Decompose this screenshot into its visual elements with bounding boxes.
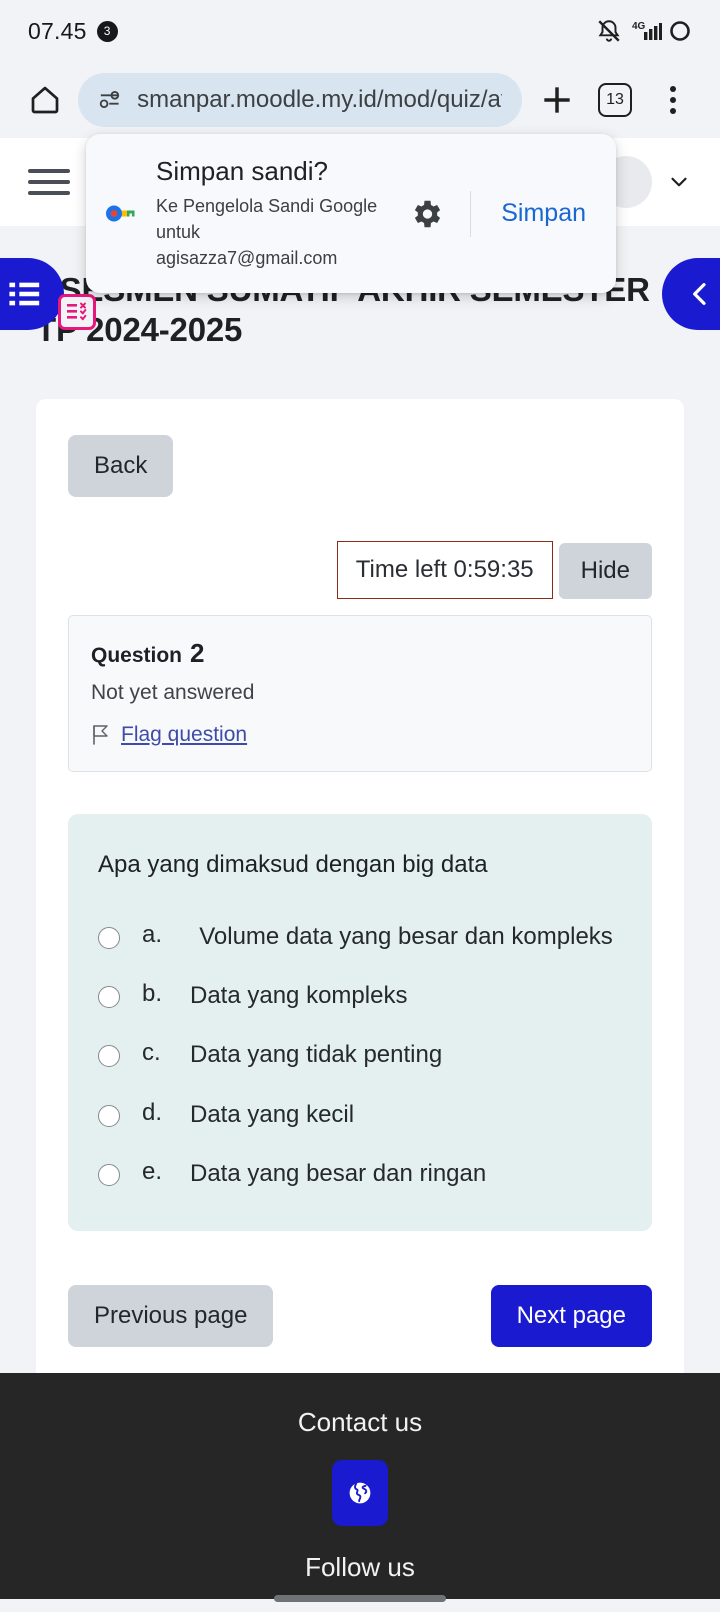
answer-options: a. Volume data yang besar dan kompleks b… [98,921,622,1189]
course-index-list-icon [9,282,40,306]
hide-timer-button[interactable]: Hide [558,542,652,599]
answer-option[interactable]: a. Volume data yang besar dan kompleks [98,921,622,952]
status-clock: 07.45 [28,17,87,44]
quiz-timer-row: Time left 0:59:35 Hide [68,540,652,599]
home-icon [31,86,59,114]
quiz-pagination: Previous page Next page [68,1285,652,1348]
gear-icon [415,200,441,227]
battery-icon [670,21,690,41]
option-letter: a. [142,921,163,949]
dialog-divider [470,190,472,237]
svg-text:4G: 4G [632,21,646,32]
browser-toolbar: smanpar.moodle.my.id/mod/quiz/atte 13 [0,62,720,138]
radio-button[interactable] [98,1045,120,1068]
option-letter: d. [142,1098,163,1126]
google-password-key-icon [102,204,142,224]
quiz-navigation-icon[interactable] [58,294,96,330]
answer-option[interactable]: b. Data yang kompleks [98,980,622,1011]
save-password-button[interactable]: Simpan [489,199,598,228]
permissions-key-icon [99,91,120,109]
flag-question-row[interactable]: Flag question [91,723,629,747]
globe-icon [347,1480,373,1506]
question-heading: Question 2 [91,638,629,669]
save-password-dialog: Simpan sandi? Ke Pengelola Sandi Google … [86,134,616,294]
android-status-bar: 07.45 3 4G [0,0,720,62]
dialog-subtitle: Ke Pengelola Sandi Google untuk agisazza… [156,196,378,269]
option-letter: b. [142,980,163,1008]
next-page-button[interactable]: Next page [490,1285,652,1348]
previous-page-button[interactable]: Previous page [68,1285,274,1348]
flag-outline-icon [93,724,108,745]
page-content: ASESMEN SUMATIF AKHIR SEMESTER TP 2024-2… [0,270,720,1394]
address-bar[interactable]: smanpar.moodle.my.id/mod/quiz/atte [78,73,522,127]
question-body: Apa yang dimaksud dengan big data a. Vol… [68,813,652,1232]
notification-count-badge: 3 [96,20,118,42]
hamburger-menu-icon[interactable] [28,169,70,195]
url-text: smanpar.moodle.my.id/mod/quiz/atte [137,86,502,113]
new-tab-button[interactable] [528,81,586,119]
chevron-left-icon [693,283,706,305]
option-text: Volume data yang besar dan kompleks [199,923,613,951]
kebab-menu-icon [670,86,676,114]
option-text: Data yang tidak penting [190,1041,443,1069]
follow-us-heading: Follow us [305,1552,415,1582]
dialog-title: Simpan sandi? [156,156,328,186]
back-button[interactable]: Back [68,434,174,497]
status-bar-left: 07.45 3 [28,18,118,45]
radio-button[interactable] [98,1163,120,1186]
bell-mute-icon [598,20,620,42]
option-text: Data yang kompleks [190,982,408,1010]
option-letter: c. [142,1039,161,1067]
home-button[interactable] [18,82,72,118]
question-heading-label: Question [91,643,183,667]
browser-menu-button[interactable] [644,86,702,114]
option-text: Data yang kecil [190,1100,355,1128]
answer-option[interactable]: c. Data yang tidak penting [98,1039,622,1070]
website-link-button[interactable] [332,1460,388,1526]
contact-us-heading: Contact us [297,1407,423,1437]
system-navigation-pill[interactable] [274,1595,446,1602]
radio-button[interactable] [98,927,120,950]
site-footer: Contact us Follow us [0,1373,720,1599]
flag-question-link[interactable]: Flag question [121,723,247,747]
tab-count-label: 13 [598,83,632,117]
tab-switcher-button[interactable]: 13 [586,83,644,117]
password-settings-button[interactable] [400,196,452,232]
signal-4g-icon: 4G [632,21,662,40]
answer-option[interactable]: d. Data yang kecil [98,1099,622,1130]
phone-screen: 07.45 3 4G smanpar.moodle.my.id/mod/quiz… [0,0,720,1612]
option-letter: e. [142,1157,163,1185]
radio-button[interactable] [98,1104,120,1127]
question-number: 2 [190,637,205,668]
option-text: Data yang besar dan ringan [190,1159,487,1187]
radio-button[interactable] [98,986,120,1009]
status-bar-right: 4G [596,18,692,44]
dialog-text: Simpan sandi? Ke Pengelola Sandi Google … [156,156,386,271]
plus-icon [544,87,570,113]
question-info-block: Question 2 Not yet answered Flag questio… [68,614,652,772]
question-state: Not yet answered [91,680,255,704]
chevron-down-icon[interactable] [666,169,692,195]
quiz-timer: Time left 0:59:35 [336,540,553,599]
answer-option[interactable]: e. Data yang besar dan ringan [98,1158,622,1189]
question-text: Apa yang dimaksud dengan big data [98,850,488,878]
quiz-attempt-card: Back Time left 0:59:35 Hide Question 2 N… [36,398,684,1394]
